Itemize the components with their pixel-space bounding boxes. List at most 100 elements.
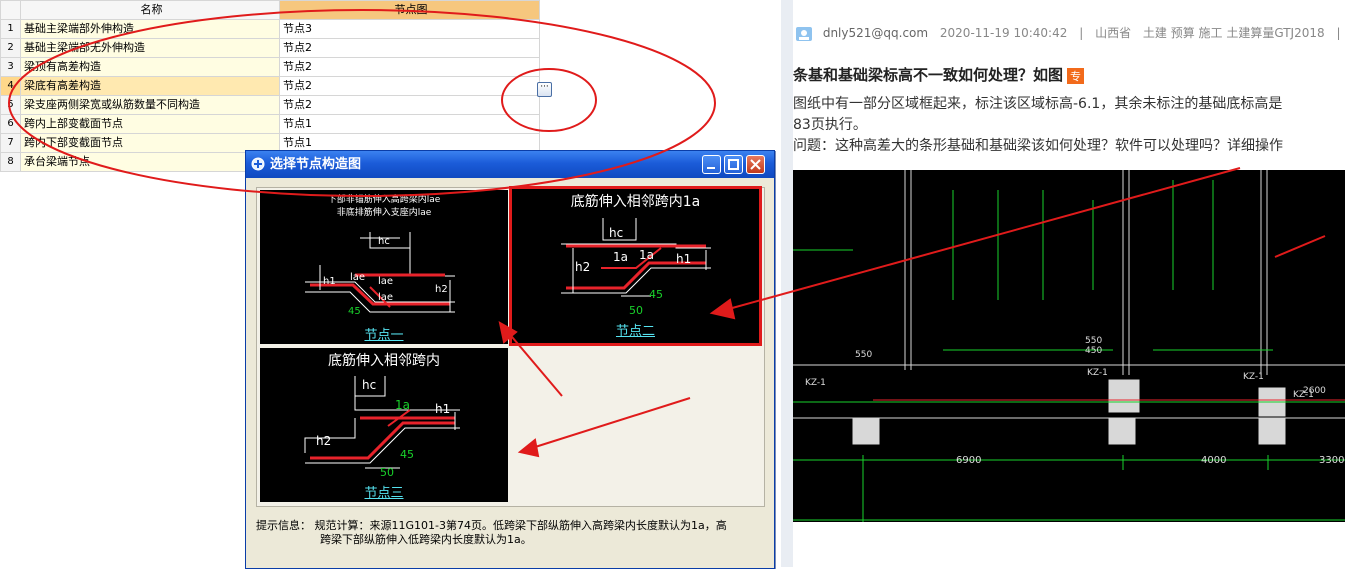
label-la-b: 1a (639, 248, 654, 262)
node-option-3[interactable]: 底筋伸入相邻跨内 hc h1 h2 1a 45 50 节点三 (260, 348, 508, 502)
label-la: 1a (395, 398, 410, 412)
label-h2: h2 (316, 434, 332, 448)
cad-label: KZ-1 (1243, 372, 1264, 382)
node-1-caption: 节点一 (364, 328, 404, 343)
meta-separator: | (1336, 26, 1341, 40)
dialog-titlebar[interactable]: 选择节点构造图 (246, 151, 774, 178)
row-name[interactable]: 跨内下部变截面节点 (20, 133, 280, 153)
cad-dim: 3300 (1319, 455, 1345, 466)
row-node[interactable]: 节点2 (279, 95, 540, 115)
post-title-text: 条基和基础梁标高不一致如何处理？如图 (793, 66, 1064, 84)
cad-label: KZ-1 (805, 378, 826, 388)
close-icon (750, 159, 761, 170)
hint-line-2: 跨梁下部纵筋伸入低跨梁内长度默认为1a。 (320, 533, 532, 546)
node-column-header[interactable]: 节点图 (279, 0, 540, 20)
row-name[interactable]: 梁底有高差构造 (20, 76, 280, 96)
label-hc: hc (362, 378, 377, 392)
row-name[interactable]: 跨内上部变截面节点 (20, 114, 280, 134)
node-1-diagram (305, 232, 455, 313)
cad-dim: 6900 (956, 455, 982, 466)
cad-label: 550 (855, 350, 873, 360)
name-column-header[interactable]: 名称 (20, 0, 280, 20)
dialog-title: 选择节点构造图 (270, 157, 362, 172)
cad-label: 2600 (1303, 386, 1326, 396)
maximize-button[interactable] (724, 155, 743, 174)
post-time: 2020-11-19 10:40:42 (939, 26, 1068, 40)
table-row[interactable]: 3 梁顶有高差构造 节点2 (0, 57, 540, 77)
vertical-scrollbar[interactable] (781, 0, 793, 567)
label-angle: 45 (400, 448, 414, 461)
label-angle: 45 (649, 288, 663, 301)
post-user[interactable]: dnly521@qq.com (823, 26, 928, 40)
body-line-2: 83页执行。 (793, 117, 867, 133)
row-name[interactable]: 基础主梁端部无外伸构造 (20, 38, 280, 58)
expert-badge: 专 (1067, 68, 1085, 84)
table-row-selected[interactable]: 4 梁底有高差构造 节点2 (0, 76, 540, 96)
row-node[interactable]: 节点1 (279, 114, 540, 134)
node-option-2[interactable]: 底筋伸入相邻跨内1a hc h1 h2 1a 1a 45 50 节点二 (509, 186, 762, 346)
node-picker-button[interactable]: ··· (537, 82, 552, 97)
row-number-header (0, 0, 21, 20)
row-number: 2 (0, 38, 21, 58)
row-number: 4 (0, 76, 21, 96)
label-hc: hc (609, 226, 624, 240)
minimize-icon (707, 167, 715, 169)
table-row[interactable]: 6 跨内上部变截面节点 节点1 (0, 114, 540, 134)
table-row[interactable]: 5 梁支座两侧梁宽或纵筋数量不同构造 节点2 (0, 95, 540, 115)
hint-line-1: 提示信息： 规范计算：来源11G101-3第74页。低跨梁下部纵筋伸入高跨梁内长… (256, 519, 727, 532)
row-node[interactable]: 节点2 (279, 38, 540, 58)
label-dim: 50 (380, 466, 394, 479)
label-lae-a: lae (350, 272, 366, 283)
node-2-caption: 节点二 (615, 324, 655, 339)
row-name[interactable]: 基础主梁端部外伸构造 (20, 19, 280, 39)
body-line-1: 图纸中有一部分区域框起来，标注该区域标高-6.1，其余未标注的基础底标高是 (793, 96, 1283, 112)
row-node[interactable]: 节点2 (279, 76, 540, 96)
node-option-1[interactable]: 下部非锚筋伸入高跨梁内lae 非底排筋伸入支座内lae hc h1 h2 lae… (260, 190, 508, 344)
node-3-caption: 节点三 (364, 486, 404, 501)
row-name[interactable]: 承台梁端节点 (20, 152, 280, 172)
hint-info: 提示信息： 规范计算：来源11G101-3第74页。低跨梁下部纵筋伸入高跨梁内长… (256, 519, 756, 547)
node-gallery: 下部非锚筋伸入高跨梁内lae 非底排筋伸入支座内lae hc h1 h2 lae… (256, 186, 765, 507)
minimize-button[interactable] (702, 155, 721, 174)
node-table: 名称 节点图 1 基础主梁端部外伸构造 节点3 2 基础主梁端部无外伸构造 节点2 3梁… (0, 0, 540, 172)
label-lae-b: lae (378, 276, 394, 287)
row-node[interactable]: 节点2 (279, 57, 540, 77)
meta-separator: | (1079, 26, 1084, 40)
label-h1: h1 (676, 252, 692, 266)
cad-label: 450 (1085, 346, 1103, 356)
label-la-a: 1a (613, 250, 628, 264)
cad-label: 550 (1085, 336, 1103, 346)
cad-drawing (793, 170, 1345, 522)
table-row[interactable]: 1 基础主梁端部外伸构造 节点3 (0, 19, 540, 39)
label-dim: 50 (629, 304, 643, 317)
app-icon (251, 157, 265, 171)
table-header-row: 名称 节点图 (0, 0, 540, 20)
forum-post: dnly521@qq.com 2020-11-19 10:40:42 | 山西省… (793, 0, 1345, 567)
label-h2: h2 (575, 260, 591, 274)
cad-drawing-image: 6900 4000 3300 KZ-1 KZ-1 KZ-1 KZ-1 550 5… (793, 170, 1345, 522)
table-row[interactable]: 2 基础主梁端部无外伸构造 节点2 (0, 38, 540, 58)
post-tags[interactable]: 土建 预算 施工 土建算量GTJ2018 (1143, 26, 1325, 40)
close-button[interactable] (746, 155, 765, 174)
label-h2: h2 (435, 284, 448, 295)
row-number: 5 (0, 95, 21, 115)
row-name[interactable]: 梁支座两侧梁宽或纵筋数量不同构造 (20, 95, 280, 115)
body-line-3: 问题：这种高差大的条形基础和基础梁该如何处理？软件可以处理吗？详细操作 (793, 138, 1283, 154)
row-number: 6 (0, 114, 21, 134)
user-avatar-icon (796, 26, 812, 41)
post-location: 山西省 (1095, 26, 1132, 40)
row-number: 1 (0, 19, 21, 39)
label-h1: h1 (435, 402, 451, 416)
post-body: 图纸中有一部分区域框起来，标注该区域标高-6.1，其余未标注的基础底标高是 83… (793, 94, 1345, 157)
cad-label: KZ-1 (1087, 368, 1108, 378)
row-node[interactable]: 节点3 (279, 19, 540, 39)
row-name[interactable]: 梁顶有高差构造 (20, 57, 280, 77)
maximize-icon (728, 159, 739, 170)
label-h1: h1 (323, 276, 336, 287)
select-node-dialog: 选择节点构造图 下部非锚筋伸入高跨梁内lae 非底排筋伸入支座内lae hc h… (245, 150, 775, 569)
post-title: 条基和基础梁标高不一致如何处理？如图专 (793, 64, 1085, 85)
row-number: 3 (0, 57, 21, 77)
label-lae-c: lae (378, 292, 394, 303)
cad-dim: 4000 (1201, 455, 1227, 466)
label-angle: 45 (348, 306, 361, 317)
